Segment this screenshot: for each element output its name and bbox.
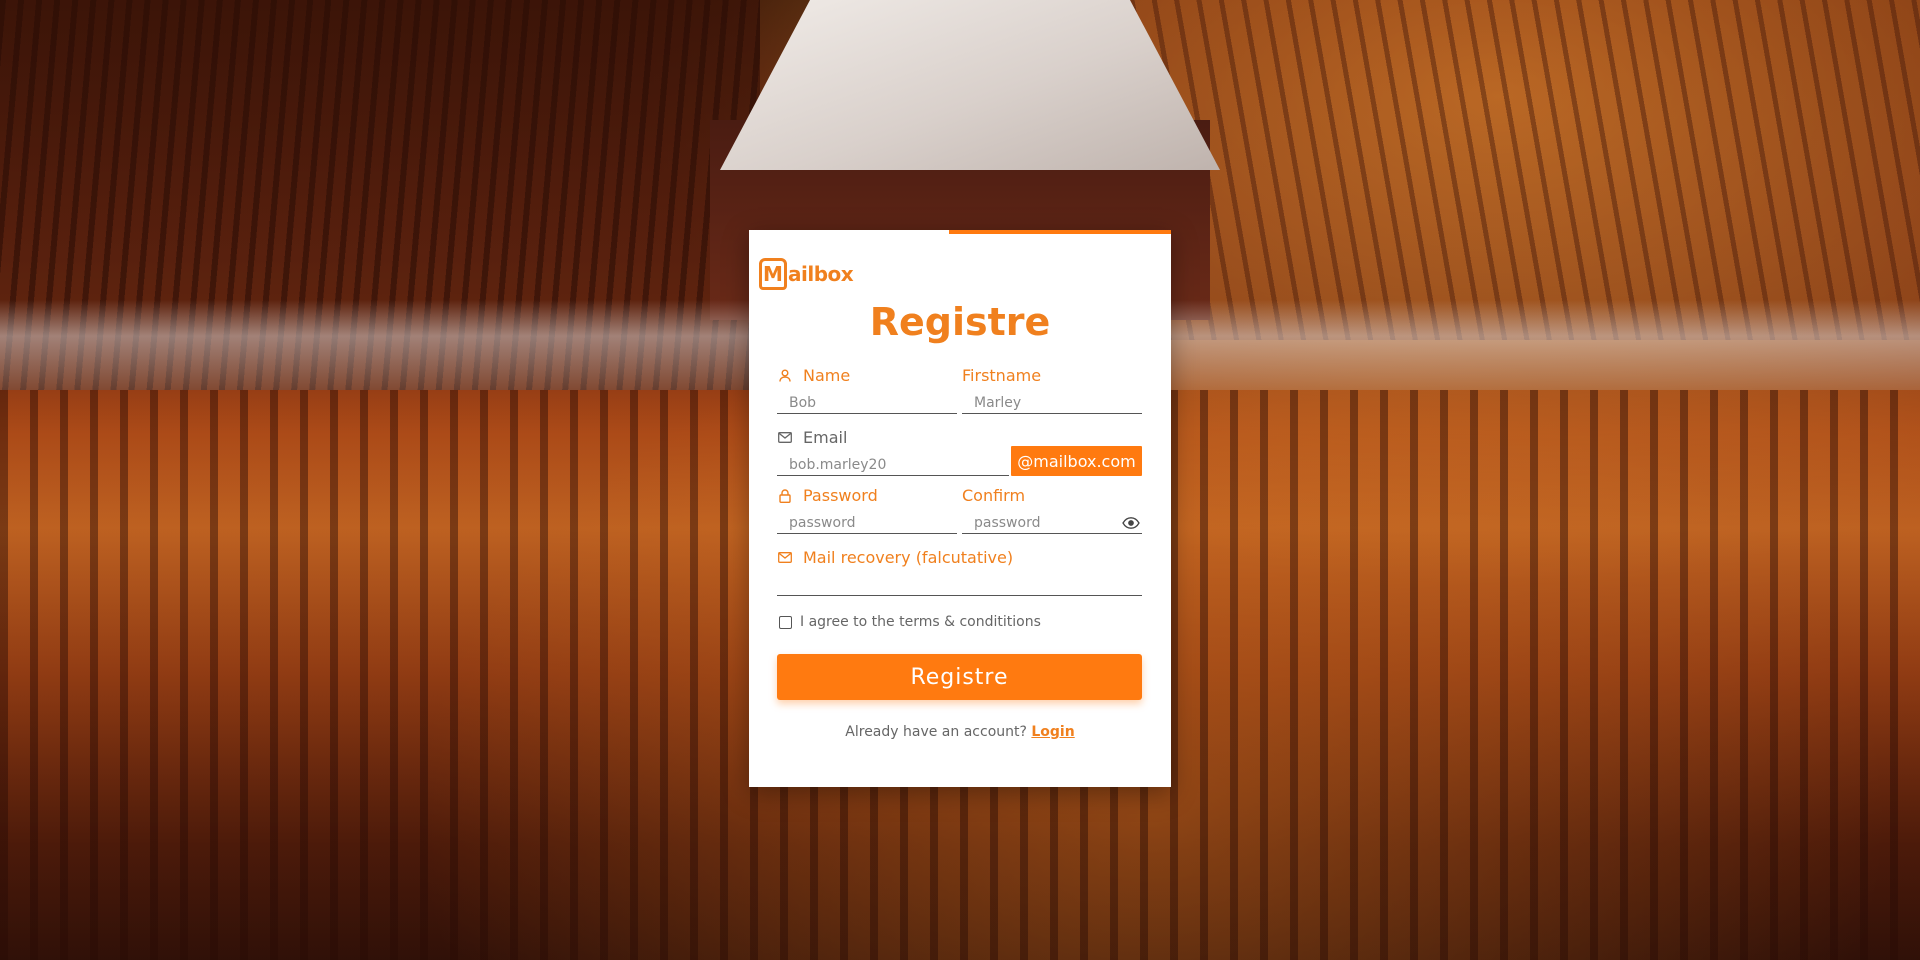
house-roof [720, 0, 1220, 170]
mailbox-logo: M ailbox [759, 258, 854, 290]
login-link[interactable]: Login [1031, 724, 1074, 740]
email-domain-badge: @mailbox.com [1011, 446, 1142, 476]
recovery-label: Mail recovery (falcutative) [777, 548, 1013, 567]
lock-icon [777, 488, 793, 504]
mail-icon [777, 550, 793, 566]
email-field: Email [777, 428, 1009, 476]
forest-right [1100, 0, 1920, 340]
mail-icon [777, 430, 793, 446]
already-account-text: Already have an account? [845, 724, 1027, 740]
page-title: Registre [869, 300, 1051, 344]
logo-text: ailbox [788, 262, 854, 286]
name-label: Name [777, 366, 850, 385]
email-input[interactable] [789, 457, 1001, 473]
recovery-field: Mail recovery (falcutative) [777, 548, 1142, 596]
password-field: Password [777, 486, 957, 534]
name-field: Name [777, 366, 957, 414]
user-icon [777, 368, 793, 384]
terms-checkbox[interactable] [779, 615, 792, 629]
terms-checkbox-row[interactable]: I agree to the terms & condititions [779, 614, 1041, 630]
register-button[interactable]: Registre [777, 654, 1142, 700]
recovery-input[interactable] [789, 577, 1134, 593]
confirm-label: Confirm [962, 486, 1026, 505]
confirm-field: Confirm [962, 486, 1142, 534]
confirm-input[interactable] [974, 515, 1104, 531]
terms-label: I agree to the terms & condititions [800, 614, 1041, 630]
eye-icon[interactable] [1122, 515, 1140, 529]
firstname-label: Firstname [962, 366, 1042, 385]
name-input[interactable] [789, 395, 949, 411]
password-label: Password [777, 486, 878, 505]
forest-left [0, 0, 760, 390]
firstname-field: Firstname [962, 366, 1142, 414]
password-input[interactable] [789, 515, 949, 531]
logo-mark: M [759, 258, 787, 290]
firstname-input[interactable] [974, 395, 1134, 411]
register-card: M ailbox Registre Name Firstname [749, 230, 1171, 787]
login-prompt: Already have an account? Login [749, 724, 1171, 740]
card-accent-line [949, 230, 1171, 234]
email-label: Email [777, 428, 847, 447]
